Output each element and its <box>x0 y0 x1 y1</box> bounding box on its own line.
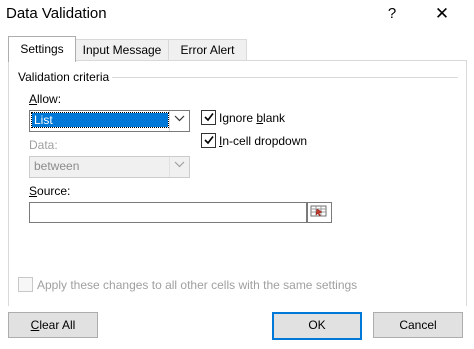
apply-to-all-checkbox <box>18 277 33 292</box>
checkmark-icon <box>203 113 214 122</box>
range-select-button[interactable] <box>307 202 332 223</box>
tab-error-alert[interactable]: Error Alert <box>168 39 247 61</box>
in-cell-dropdown-label[interactable]: In-cell dropdown <box>219 134 307 148</box>
dialog-footer: Clear All OK Cancel <box>0 306 474 349</box>
tab-input-message[interactable]: Input Message <box>75 39 169 61</box>
tab-error-alert-label: Error Alert <box>180 43 235 57</box>
group-divider <box>112 77 458 78</box>
data-dropdown: between <box>29 156 190 178</box>
allow-selected-value: List <box>31 112 169 128</box>
close-button[interactable]: ✕ <box>430 2 454 26</box>
allow-dropdown[interactable]: List <box>29 110 190 132</box>
data-label: Data: <box>29 138 58 152</box>
source-label: Source: <box>29 184 71 198</box>
chevron-down-icon <box>169 157 189 177</box>
dialog-title: Data Validation <box>6 5 107 22</box>
validation-criteria-heading: Validation criteria <box>18 70 110 84</box>
title-bar[interactable]: Data Validation ? ✕ <box>0 0 474 30</box>
tab-settings-label: Settings <box>20 42 64 56</box>
chevron-down-icon[interactable] <box>169 111 189 131</box>
ok-button[interactable]: OK <box>272 312 362 340</box>
ignore-blank-label[interactable]: Ignore blank <box>219 111 285 125</box>
range-select-icon <box>310 205 327 217</box>
allow-label: Allow: <box>29 92 62 106</box>
tab-input-message-label: Input Message <box>82 43 162 57</box>
apply-to-all-label: Apply these changes to all other cells w… <box>37 278 358 292</box>
help-button[interactable]: ? <box>380 2 404 26</box>
clear-all-button[interactable]: Clear All <box>8 312 98 338</box>
tab-settings[interactable]: Settings <box>8 36 76 62</box>
in-cell-dropdown-checkbox[interactable] <box>201 133 216 148</box>
settings-panel <box>8 60 467 308</box>
data-validation-dialog: Data Validation ? ✕ Settings Input Messa… <box>0 0 474 349</box>
data-selected-value: between <box>34 159 80 173</box>
cancel-button[interactable]: Cancel <box>373 312 463 338</box>
source-input[interactable] <box>29 202 307 223</box>
ignore-blank-checkbox[interactable] <box>201 110 216 125</box>
checkmark-icon <box>203 136 214 145</box>
